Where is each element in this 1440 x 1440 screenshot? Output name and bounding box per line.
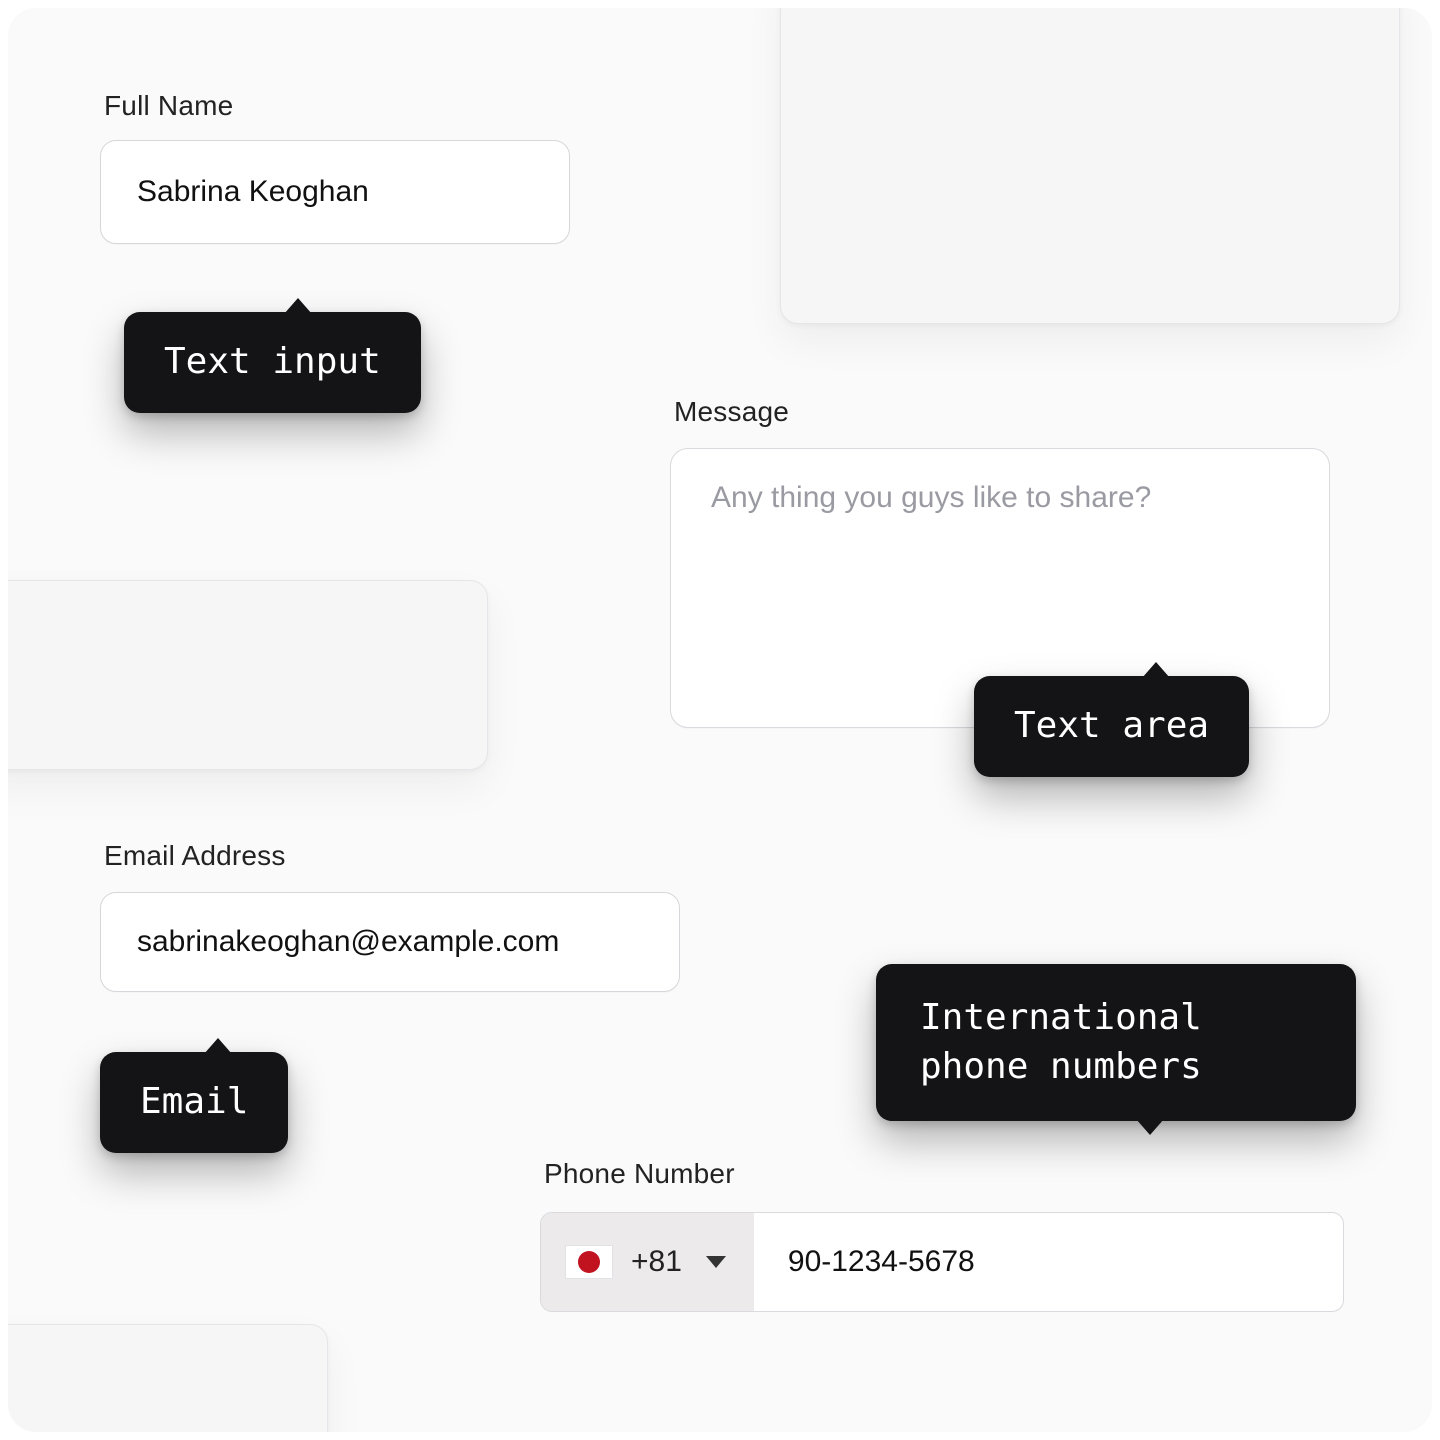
- full-name-label: Full Name: [104, 90, 233, 122]
- tag-text-input: Text input: [124, 312, 421, 413]
- tag-label: Email: [140, 1081, 248, 1122]
- email-input[interactable]: sabrinakeoghan@example.com: [100, 892, 680, 992]
- phone-number-input[interactable]: 90-1234-5678: [754, 1213, 1343, 1311]
- phone-number-value: 90-1234-5678: [788, 1245, 975, 1279]
- tag-label: International phone numbers: [920, 997, 1202, 1087]
- email-value: sabrinakeoghan@example.com: [137, 925, 559, 959]
- tag-label: Text area: [1014, 705, 1209, 746]
- tooltip-arrow-icon: [284, 298, 312, 314]
- tag-email: Email: [100, 1052, 288, 1153]
- message-placeholder: Any thing you guys like to share?: [711, 481, 1151, 514]
- country-code: +81: [631, 1245, 682, 1279]
- decorative-card: [8, 1324, 328, 1432]
- message-label: Message: [674, 396, 789, 428]
- phone-label: Phone Number: [544, 1158, 735, 1190]
- tooltip-arrow-icon: [204, 1038, 232, 1054]
- chevron-down-icon: [706, 1256, 726, 1268]
- tooltip-arrow-icon: [1136, 1119, 1164, 1135]
- country-code-selector[interactable]: +81: [541, 1213, 754, 1311]
- email-label: Email Address: [104, 840, 286, 872]
- decorative-card: [8, 580, 488, 770]
- full-name-input[interactable]: Sabrina Keoghan: [100, 140, 570, 244]
- tag-text-area: Text area: [974, 676, 1249, 777]
- decorative-card: [780, 8, 1400, 324]
- japan-flag-icon: [565, 1245, 613, 1279]
- canvas: Full Name Sabrina Keoghan Text input Mes…: [8, 8, 1432, 1432]
- tag-label: Text input: [164, 341, 381, 382]
- tag-intl-phone: International phone numbers: [876, 964, 1356, 1121]
- tooltip-arrow-icon: [1142, 662, 1170, 678]
- phone-input[interactable]: +81 90-1234-5678: [540, 1212, 1344, 1312]
- full-name-value: Sabrina Keoghan: [137, 175, 369, 209]
